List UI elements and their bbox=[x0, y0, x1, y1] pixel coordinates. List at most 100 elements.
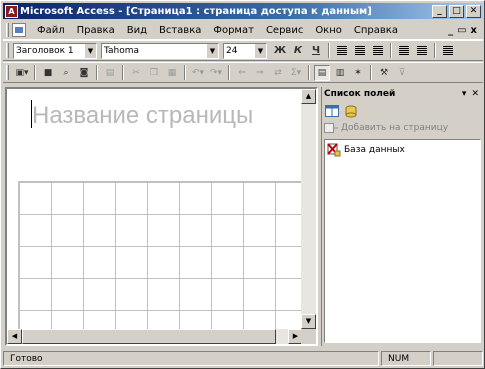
toolbar-separator bbox=[328, 43, 330, 58]
copy-button[interactable]: ❐ bbox=[146, 65, 162, 81]
chevron-down-icon[interactable]: ▼ bbox=[207, 43, 218, 58]
underline-button[interactable]: Ч bbox=[308, 43, 324, 59]
search-button[interactable]: ⌕ bbox=[58, 65, 74, 81]
page-caption[interactable]: Название страницы bbox=[32, 102, 253, 130]
sorting-button[interactable]: ⇄ bbox=[270, 65, 286, 81]
pane-menu-icon[interactable]: ▾ bbox=[462, 89, 467, 99]
doc-minimize-button[interactable]: _ bbox=[448, 25, 453, 36]
menu-file[interactable]: Файл bbox=[31, 25, 71, 36]
align-center-button[interactable] bbox=[352, 43, 368, 59]
toolbar-separator bbox=[370, 65, 372, 80]
horizontal-scrollbar[interactable]: ◀ ▶ bbox=[7, 329, 303, 344]
demote-button[interactable]: ⇒ bbox=[252, 65, 268, 81]
align-right-button[interactable] bbox=[370, 43, 386, 59]
menu-edit[interactable]: Правка bbox=[71, 25, 121, 36]
scissors-icon: ✂ bbox=[132, 67, 140, 78]
chevron-down-icon[interactable]: ▼ bbox=[255, 43, 266, 58]
save-button[interactable]: ■ bbox=[40, 65, 56, 81]
new-connection-button[interactable] bbox=[343, 104, 359, 118]
menu-tools[interactable]: Сервис bbox=[260, 25, 309, 36]
undo-icon: ↶▾ bbox=[191, 67, 205, 78]
paste-button[interactable]: ▦ bbox=[164, 65, 180, 81]
horizontal-scroll-thumb[interactable] bbox=[22, 329, 276, 344]
toolbar-grip[interactable] bbox=[6, 43, 9, 58]
maximize-button[interactable]: □ bbox=[449, 4, 464, 18]
document-icon[interactable] bbox=[12, 23, 26, 37]
indent-icon bbox=[417, 46, 427, 55]
scroll-left-button[interactable]: ◀ bbox=[7, 329, 22, 344]
font-combo[interactable]: Tahoma ▼ bbox=[101, 42, 219, 59]
toolbar-separator bbox=[184, 65, 186, 80]
filter-icon: ⊽ bbox=[398, 67, 406, 78]
access-app-icon[interactable]: A bbox=[5, 4, 18, 18]
view-button[interactable]: ▣▾ bbox=[14, 65, 30, 81]
menu-help[interactable]: Справка bbox=[348, 25, 404, 36]
vertical-scrollbar[interactable]: ▲ ▼ bbox=[301, 89, 316, 329]
database-link-icon bbox=[345, 105, 357, 118]
doc-close-button[interactable]: x bbox=[471, 25, 477, 36]
menu-format[interactable]: Формат bbox=[207, 25, 260, 36]
filter-button[interactable]: ⊽ bbox=[394, 65, 410, 81]
num-lock-indicator: NUM bbox=[381, 351, 431, 366]
toolbar-separator bbox=[122, 65, 124, 80]
design-grid[interactable] bbox=[18, 181, 303, 336]
bullets-button[interactable] bbox=[440, 43, 456, 59]
cut-button[interactable]: ✂ bbox=[128, 65, 144, 81]
add-field-icon bbox=[324, 123, 338, 133]
toolbar-separator bbox=[434, 43, 436, 58]
access-window: A Microsoft Access - [Страница1 : страни… bbox=[0, 0, 485, 369]
printer-icon: ▤ bbox=[105, 67, 115, 78]
print-button[interactable]: ▤ bbox=[102, 65, 118, 81]
decrease-indent-button[interactable] bbox=[396, 43, 412, 59]
bold-button[interactable]: Ж bbox=[272, 43, 288, 59]
status-message: Готово bbox=[3, 351, 379, 366]
wand-icon: ✶ bbox=[354, 67, 362, 78]
page-design-area[interactable]: Название страницы ▲ ▼ ◀ ▶ bbox=[5, 87, 318, 346]
title-bar[interactable]: A Microsoft Access - [Страница1 : страни… bbox=[3, 3, 483, 19]
field-list-view-button[interactable] bbox=[324, 104, 340, 118]
font-value: Tahoma bbox=[104, 45, 140, 56]
status-pane-empty bbox=[433, 351, 483, 366]
properties-button[interactable]: ⚒ bbox=[376, 65, 392, 81]
promote-button[interactable]: ⇐ bbox=[234, 65, 250, 81]
tree-item-database[interactable]: База данных bbox=[325, 140, 480, 160]
field-list-header: Список полей ▾ ✕ bbox=[322, 87, 482, 101]
toolbar-grip[interactable] bbox=[6, 65, 9, 80]
pane-close-icon[interactable]: ✕ bbox=[471, 89, 479, 99]
chevron-down-icon[interactable]: ▼ bbox=[85, 43, 96, 58]
formatting-toolbar: Заголовок 1 ▼ Tahoma ▼ 24 ▼ Ж К Ч bbox=[3, 40, 483, 61]
database-error-icon bbox=[327, 143, 341, 157]
menu-insert[interactable]: Вставка bbox=[153, 25, 207, 36]
scroll-up-button[interactable]: ▲ bbox=[301, 89, 316, 104]
increase-indent-button[interactable] bbox=[414, 43, 430, 59]
style-value: Заголовок 1 bbox=[16, 45, 74, 56]
menu-grip[interactable] bbox=[6, 23, 9, 37]
toolbox-button[interactable]: ▥ bbox=[332, 65, 348, 81]
field-list-tree[interactable]: База данных bbox=[324, 139, 481, 343]
close-button[interactable]: ✕ bbox=[466, 4, 481, 18]
build-button[interactable]: ✶ bbox=[350, 65, 366, 81]
copy-icon: ❐ bbox=[149, 67, 159, 78]
table-icon bbox=[325, 105, 339, 117]
add-to-page-label: Добавить на страницу bbox=[341, 123, 449, 133]
doc-restore-button[interactable]: ▭ bbox=[457, 25, 466, 36]
redo-button[interactable]: ↷▾ bbox=[208, 65, 224, 81]
menu-window[interactable]: Окно bbox=[309, 25, 348, 36]
field-list-toggle-button[interactable]: ▤ bbox=[314, 64, 330, 81]
align-left-button[interactable] bbox=[334, 43, 350, 59]
field-list-icon: ▤ bbox=[317, 67, 327, 78]
align-left-icon bbox=[337, 46, 347, 55]
minimize-button[interactable]: _ bbox=[432, 4, 447, 18]
scroll-down-button[interactable]: ▼ bbox=[301, 314, 316, 329]
style-combo[interactable]: Заголовок 1 ▼ bbox=[13, 42, 97, 59]
add-to-page-button[interactable]: Добавить на страницу bbox=[322, 121, 482, 135]
menu-view[interactable]: Вид bbox=[121, 25, 153, 36]
italic-button[interactable]: К bbox=[290, 43, 306, 59]
toolbar-separator bbox=[96, 65, 98, 80]
undo-button[interactable]: ↶▾ bbox=[190, 65, 206, 81]
web-preview-button[interactable]: ◙ bbox=[76, 65, 92, 81]
font-size-value: 24 bbox=[226, 45, 238, 56]
autosum-button[interactable]: Σ▾ bbox=[288, 65, 304, 81]
font-size-combo[interactable]: 24 ▼ bbox=[223, 42, 267, 59]
hammer-icon: ⚒ bbox=[379, 67, 389, 78]
